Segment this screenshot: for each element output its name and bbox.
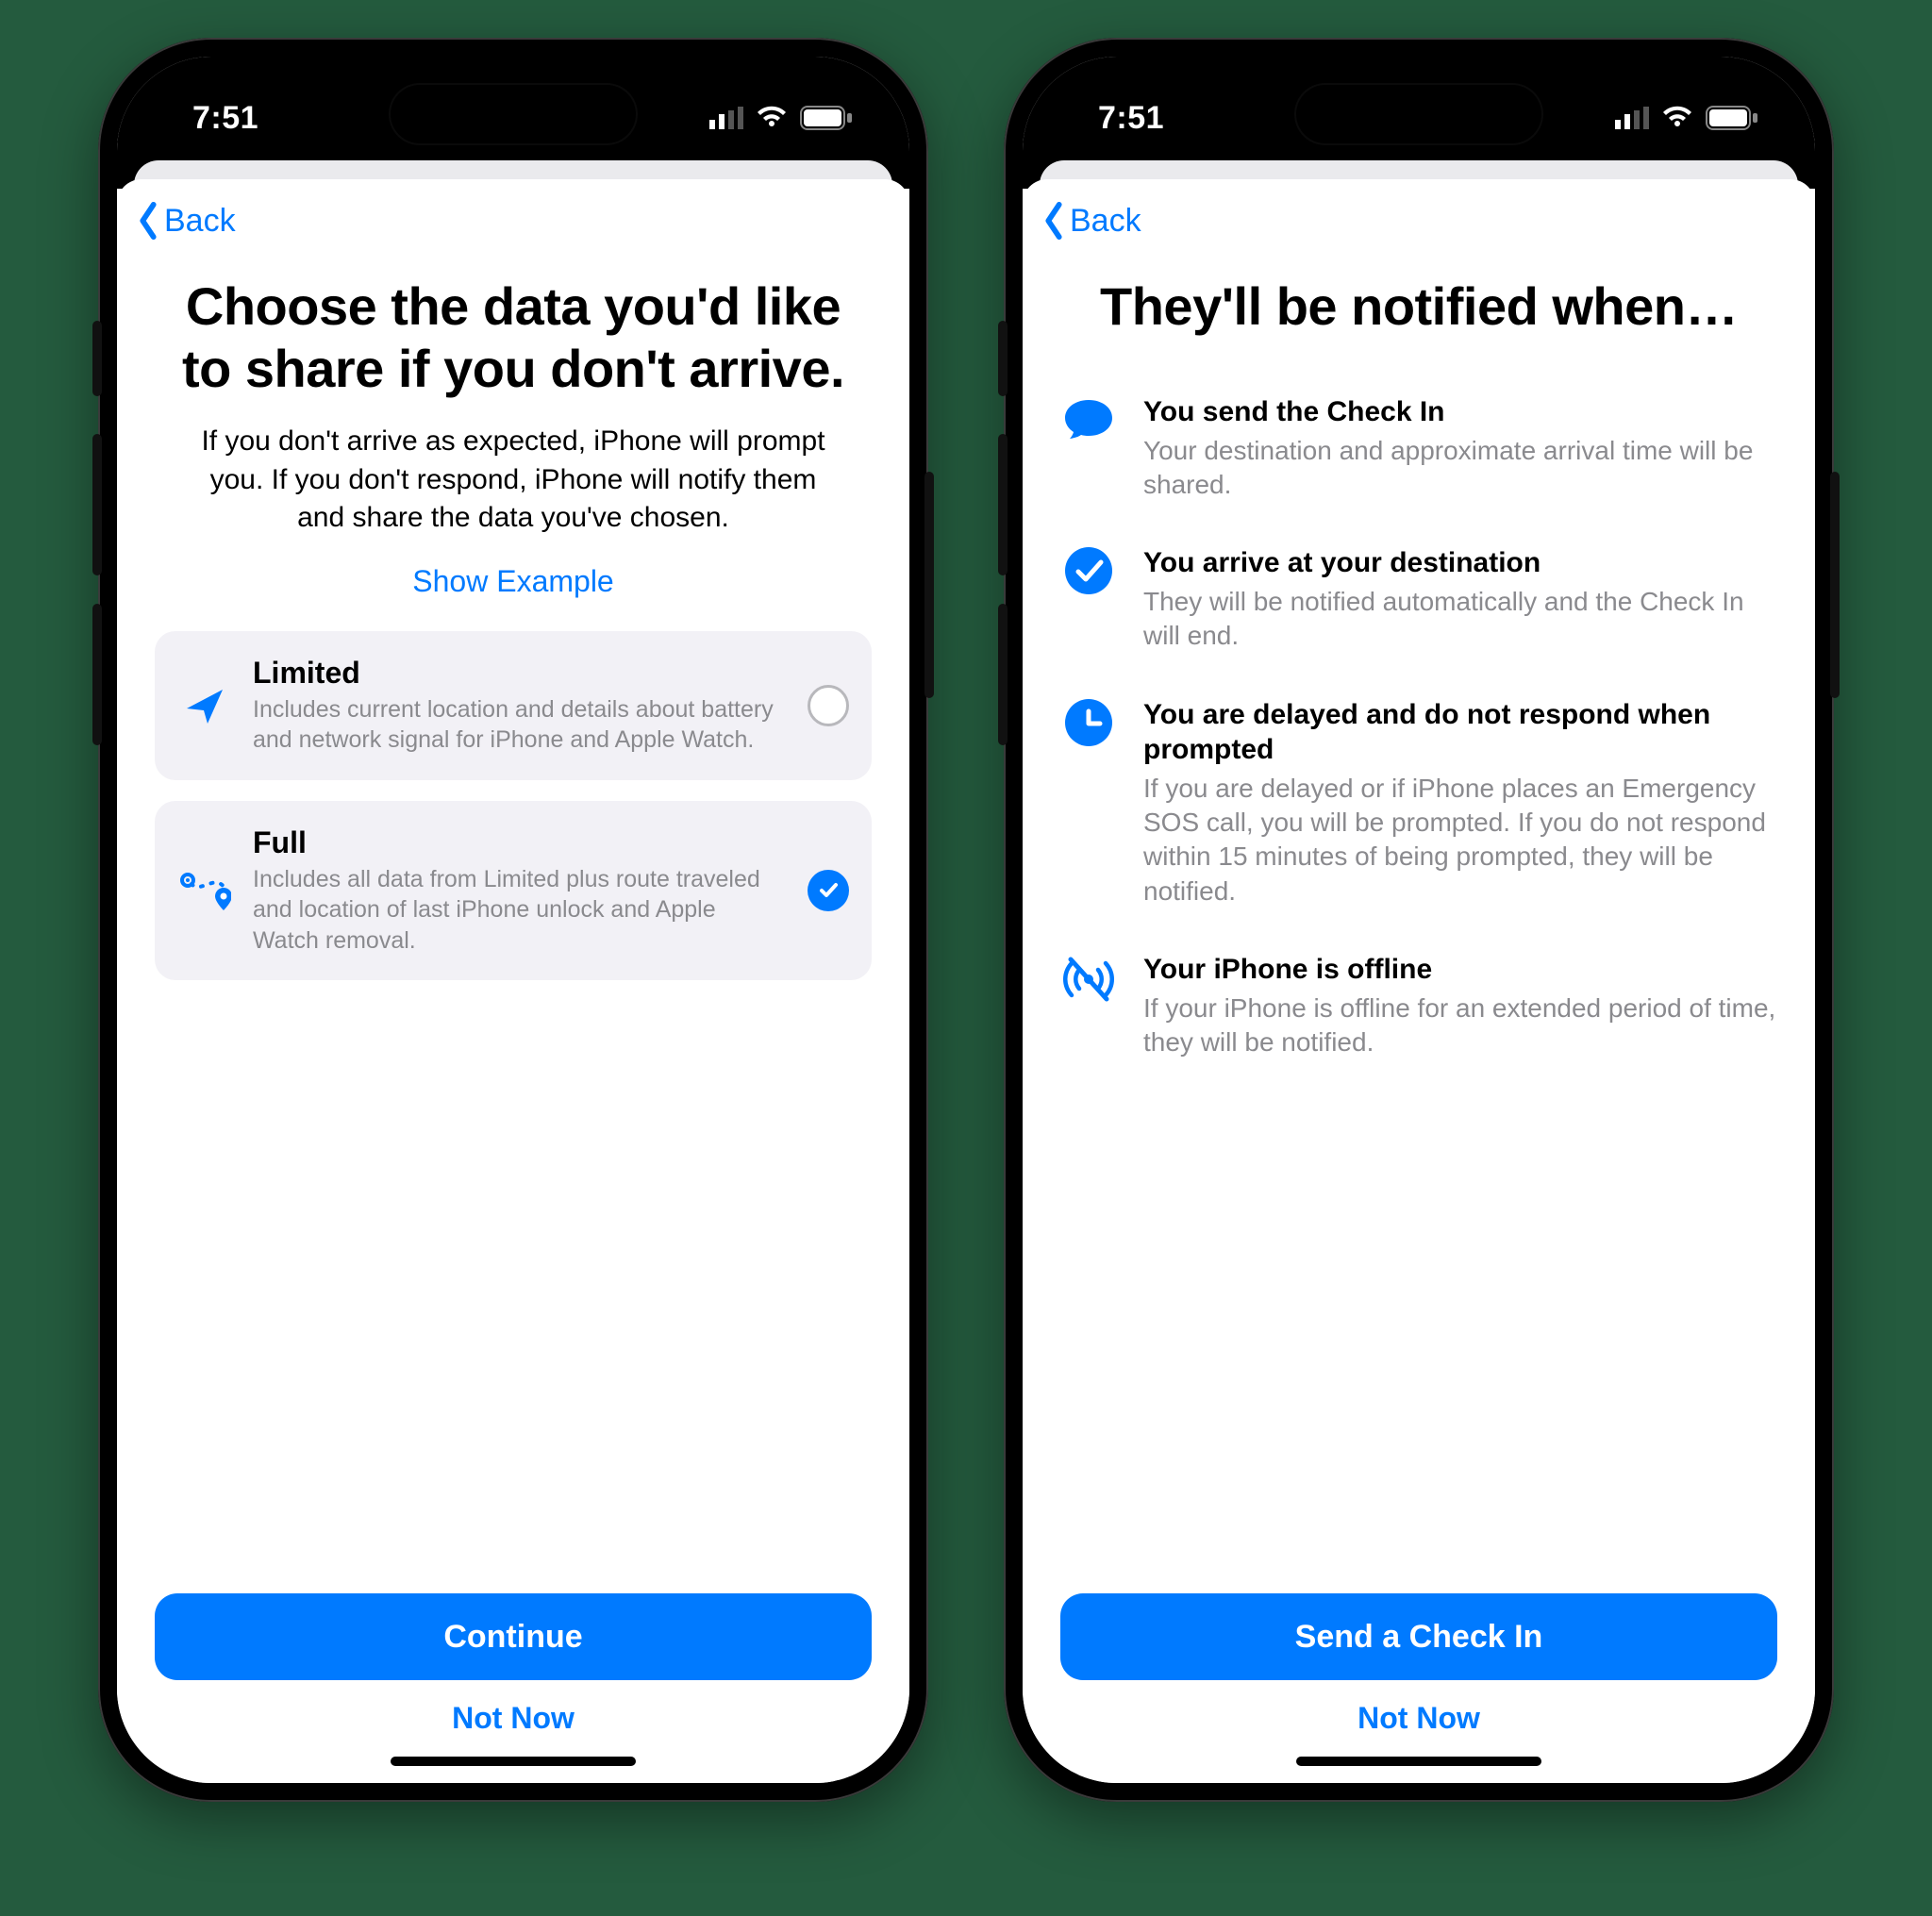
send-checkin-button[interactable]: Send a Check In <box>1060 1593 1777 1680</box>
info-row-desc: They will be notified automatically and … <box>1143 585 1777 654</box>
info-row-delayed: You are delayed and do not respond when … <box>1060 697 1777 909</box>
back-label: Back <box>1070 203 1141 240</box>
info-row-arrive: You arrive at your destination They will… <box>1060 545 1777 653</box>
status-time: 7:51 <box>164 100 258 137</box>
back-label: Back <box>164 203 236 240</box>
status-icons <box>1615 106 1768 130</box>
status-bar: 7:51 <box>117 57 909 160</box>
option-limited-desc: Includes current location and details ab… <box>253 694 787 756</box>
back-button[interactable]: Back <box>1023 179 1815 249</box>
phone-left: 7:51 Back Choose the data you'd like to … <box>98 38 928 1802</box>
not-now-link[interactable]: Not Now <box>155 1701 872 1736</box>
info-row-desc: If your iPhone is offline for an extende… <box>1143 991 1777 1060</box>
radio-checked-icon <box>808 870 849 911</box>
info-row-send: You send the Check In Your destination a… <box>1060 394 1777 502</box>
page-title: Choose the data you'd like to share if y… <box>160 275 866 400</box>
info-row-desc: If you are delayed or if iPhone places a… <box>1143 772 1777 909</box>
info-row-title: You send the Check In <box>1143 394 1777 430</box>
option-limited-title: Limited <box>253 656 787 691</box>
dynamic-island <box>391 85 636 143</box>
message-bubble-icon <box>1063 396 1114 443</box>
chevron-left-icon <box>1041 202 1066 240</box>
home-indicator[interactable] <box>391 1757 636 1766</box>
location-arrow-icon <box>183 684 226 727</box>
option-full-title: Full <box>253 825 787 860</box>
option-full-desc: Includes all data from Limited plus rout… <box>253 864 787 957</box>
not-now-link[interactable]: Not Now <box>1060 1701 1777 1736</box>
offline-antenna-icon <box>1061 954 1116 1005</box>
radio-unchecked-icon <box>808 685 849 726</box>
page-subtitle: If you don't arrive as expected, iPhone … <box>183 423 843 538</box>
battery-icon <box>800 106 853 130</box>
battery-icon <box>1706 106 1758 130</box>
info-row-title: You arrive at your destination <box>1143 545 1777 581</box>
wifi-icon <box>755 106 789 130</box>
status-bar: 7:51 <box>1023 57 1815 160</box>
info-row-offline: Your iPhone is offline If your iPhone is… <box>1060 952 1777 1059</box>
clock-icon <box>1065 699 1112 746</box>
show-example-link[interactable]: Show Example <box>155 564 872 599</box>
home-indicator[interactable] <box>1296 1757 1541 1766</box>
info-row-title: Your iPhone is offline <box>1143 952 1777 988</box>
status-icons <box>709 106 862 130</box>
cellular-icon <box>1615 107 1649 129</box>
wifi-icon <box>1660 106 1694 130</box>
status-time: 7:51 <box>1070 100 1164 137</box>
option-limited[interactable]: Limited Includes current location and de… <box>155 631 872 780</box>
option-full[interactable]: Full Includes all data from Limited plus… <box>155 801 872 981</box>
checkmark-circle-icon <box>1065 547 1112 594</box>
back-button[interactable]: Back <box>117 179 909 249</box>
continue-button[interactable]: Continue <box>155 1593 872 1680</box>
phone-right: 7:51 Back They'll be notified when… <box>1004 38 1834 1802</box>
route-icon <box>178 869 231 912</box>
page-title: They'll be notified when… <box>1066 275 1772 338</box>
info-row-desc: Your destination and approximate arrival… <box>1143 434 1777 503</box>
dynamic-island <box>1296 85 1541 143</box>
chevron-left-icon <box>136 202 160 240</box>
cellular-icon <box>709 107 743 129</box>
info-row-title: You are delayed and do not respond when … <box>1143 697 1777 768</box>
